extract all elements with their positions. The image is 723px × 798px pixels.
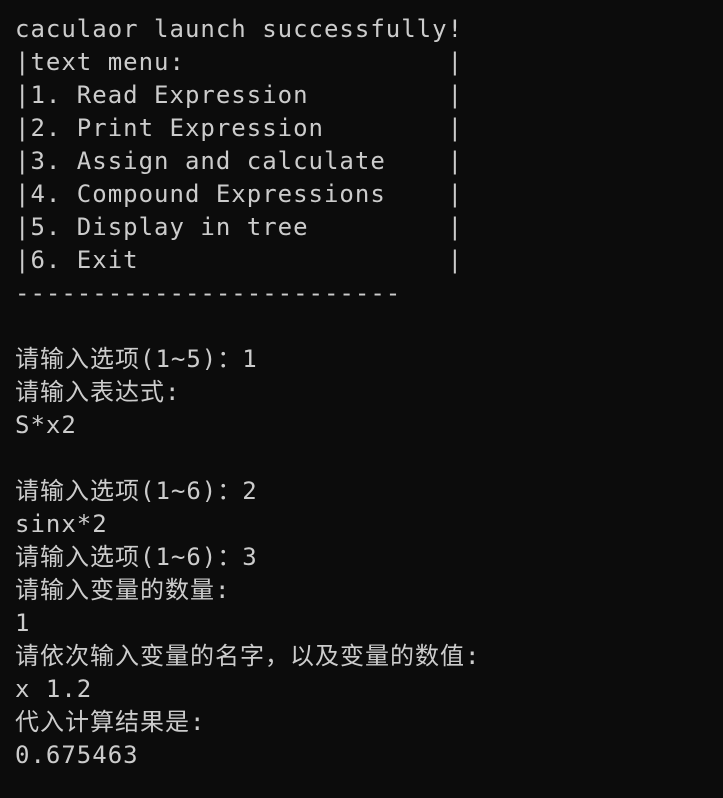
prompt-option-1: 请输入选项(1~5)：1 — [15, 345, 258, 373]
input-variable-values: x 1.2 — [15, 675, 93, 703]
menu-item-compound-expressions: |4. Compound Expressions | — [15, 180, 464, 208]
printed-expression: sinx*2 — [15, 510, 108, 538]
menu-item-read-expression: |1. Read Expression | — [15, 81, 464, 109]
prompt-variable-values: 请依次输入变量的名字，以及变量的数值: — [15, 642, 481, 670]
result-value: 0.675463 — [15, 741, 139, 769]
menu-item-display-tree: |5. Display in tree | — [15, 213, 464, 241]
menu-item-print-expression: |2. Print Expression | — [15, 114, 464, 142]
launch-message: caculaor launch successfully! — [15, 15, 464, 43]
prompt-option-2: 请输入选项(1~6)：2 — [15, 477, 258, 505]
menu-item-exit: |6. Exit | — [15, 246, 464, 274]
terminal-window[interactable]: caculaor launch successfully! |text menu… — [0, 0, 723, 798]
menu-divider: ------------------------- — [15, 279, 402, 307]
prompt-expression: 请输入表达式: — [15, 378, 181, 406]
result-label: 代入计算结果是: — [15, 708, 206, 736]
input-expression: S*x2 — [15, 411, 77, 439]
prompt-variable-count: 请输入变量的数量: — [15, 576, 231, 604]
menu-item-assign-calculate: |3. Assign and calculate | — [15, 147, 464, 175]
menu-header: |text menu: | — [15, 48, 464, 76]
input-variable-count: 1 — [15, 609, 31, 637]
prompt-option-3: 请输入选项(1~6)：3 — [15, 543, 258, 571]
